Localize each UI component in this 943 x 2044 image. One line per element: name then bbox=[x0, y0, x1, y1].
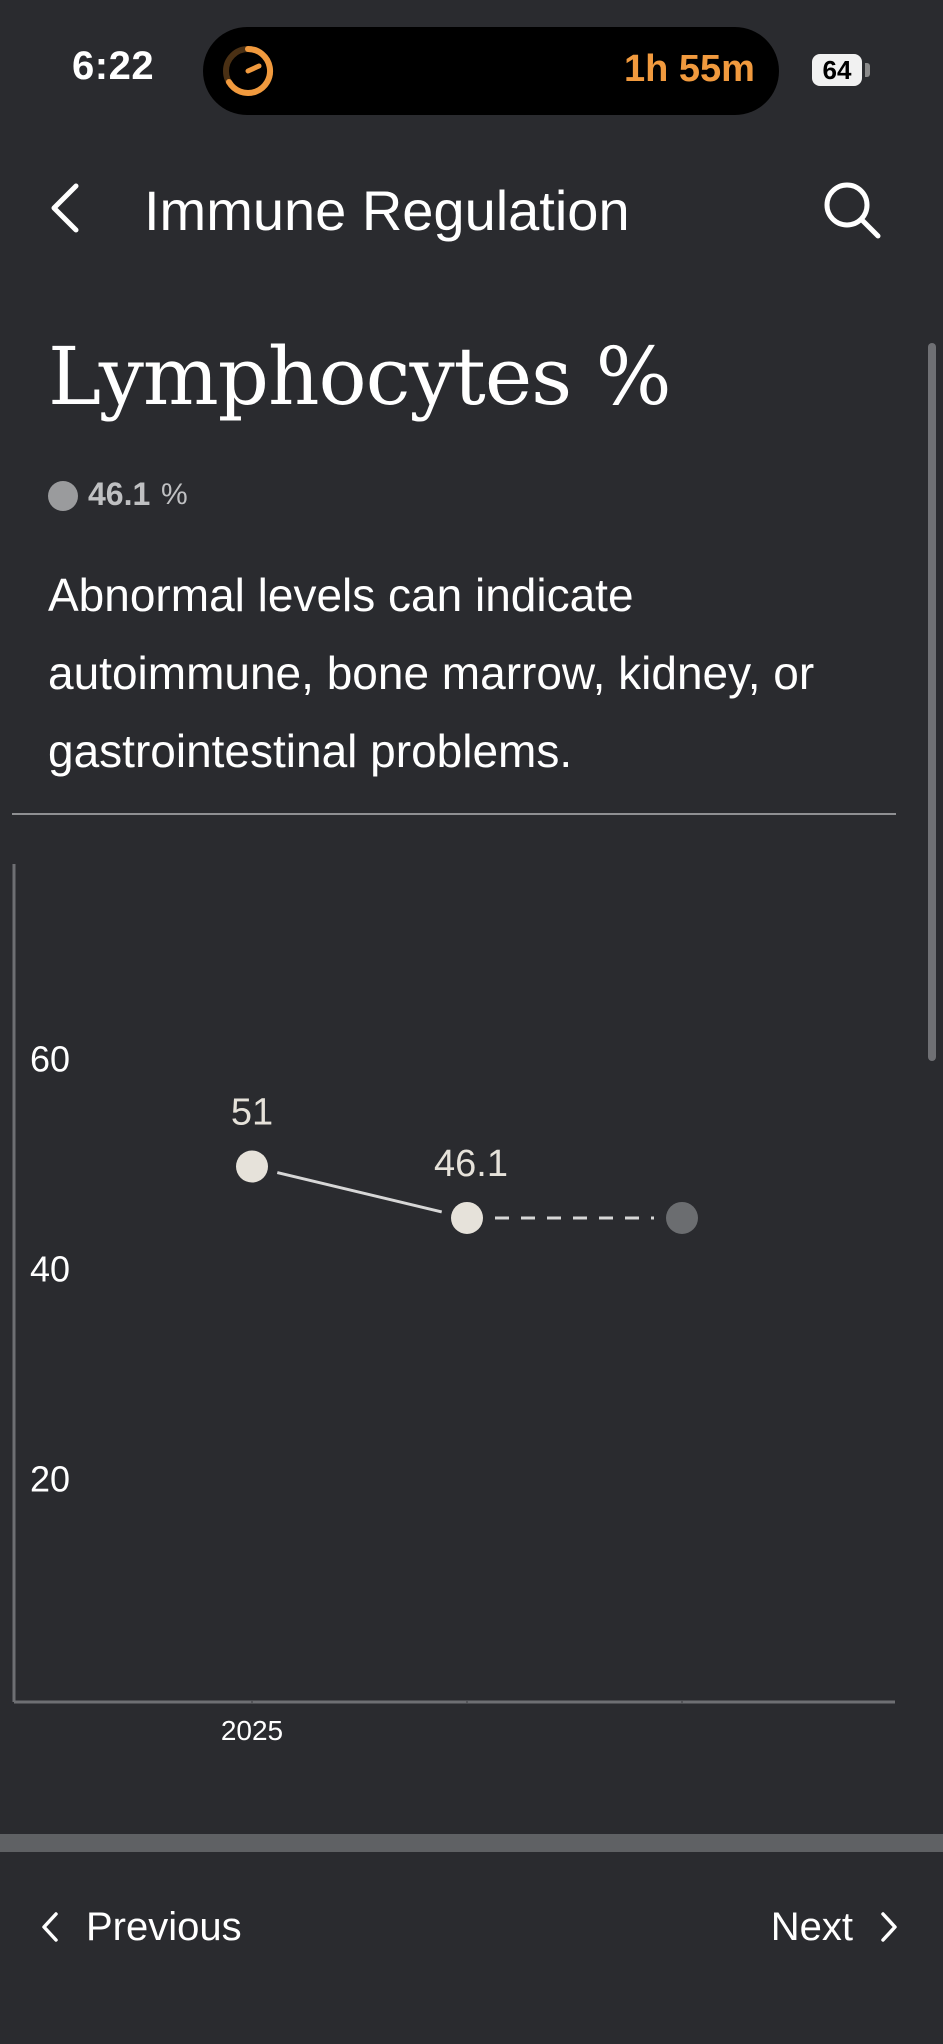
activity-time-text: 1h 55m bbox=[624, 48, 755, 90]
next-button[interactable]: Next bbox=[771, 1897, 901, 1957]
y-tick-label: 40 bbox=[30, 1249, 70, 1290]
latest-unit: % bbox=[161, 478, 188, 511]
data-point bbox=[236, 1150, 268, 1183]
previous-label: Previous bbox=[86, 1904, 242, 1949]
projection-point bbox=[666, 1201, 698, 1234]
timer-icon bbox=[223, 45, 274, 96]
next-label: Next bbox=[770, 1904, 853, 1949]
y-tick-label: 60 bbox=[30, 1039, 70, 1080]
marker-description: Abnormal levels can indicate autoimmune,… bbox=[48, 569, 815, 777]
y-tick-label: 20 bbox=[30, 1459, 70, 1500]
data-point bbox=[451, 1201, 483, 1234]
data-label: 46.1 bbox=[434, 1143, 508, 1185]
chevron-right-icon bbox=[881, 1912, 897, 1942]
latest-value: 46.1 bbox=[88, 476, 151, 512]
x-tick-label: 2025 bbox=[221, 1715, 283, 1746]
nav-title: Immune Regulation bbox=[144, 179, 630, 242]
search-icon[interactable] bbox=[820, 178, 884, 242]
battery-indicator: 64 bbox=[812, 54, 862, 86]
chevron-left-icon bbox=[42, 1912, 58, 1942]
data-label: 51 bbox=[231, 1092, 273, 1134]
chevron-left-icon[interactable] bbox=[44, 178, 88, 238]
footer-divider-bar bbox=[0, 1834, 943, 1852]
line-chart: 20 40 60 2025 51 46.1 bbox=[12, 864, 895, 1746]
status-dot bbox=[48, 481, 78, 511]
previous-button[interactable]: Previous bbox=[38, 1897, 242, 1957]
status-time: 6:22 bbox=[72, 44, 155, 88]
series-line bbox=[276, 1171, 443, 1214]
page-title: Lymphocytes % bbox=[48, 330, 672, 423]
divider bbox=[12, 813, 896, 815]
battery-cap bbox=[865, 63, 870, 77]
